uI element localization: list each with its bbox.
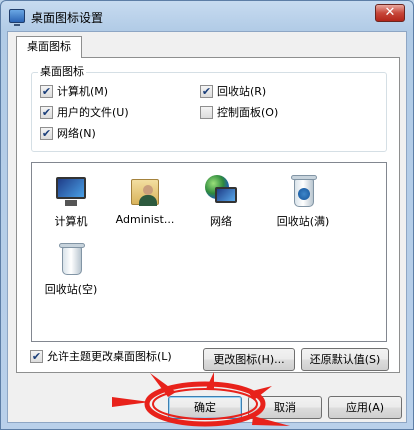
tab-desktop-icons[interactable]: 桌面图标 — [16, 36, 82, 58]
computer-icon — [53, 173, 89, 209]
apply-button[interactable]: 应用(A) — [328, 396, 402, 419]
checkbox-checked-icon[interactable]: ✔ — [200, 84, 213, 98]
desktop-icons-group: 桌面图标 ✔ 计算机(M) ✔ 回收站(R) ✔ 用户的文件(U) 控制面板(O… — [31, 65, 387, 152]
icon-label: 网络 — [210, 215, 232, 228]
icon-label: 回收站(空) — [44, 283, 98, 296]
dialog-client-area: 桌面图标 桌面图标 ✔ 计算机(M) ✔ 回收站(R) ✔ 用户的文件(U) 控… — [7, 31, 407, 423]
list-item-user-files[interactable]: Administ... — [110, 173, 180, 226]
checkbox-unchecked-icon[interactable] — [200, 105, 213, 119]
checkbox-label: 控制面板(O) — [217, 106, 279, 119]
checkbox-user-files[interactable]: ✔ 用户的文件(U) — [40, 104, 129, 120]
checkbox-checked-icon[interactable]: ✔ — [30, 349, 43, 363]
allow-themes-checkbox[interactable]: ✔ 允许主题更改桌面图标(L) — [30, 348, 172, 364]
close-icon: ✕ — [384, 5, 396, 20]
list-item-recycle-bin-empty[interactable]: 回收站(空) — [36, 241, 106, 297]
dialog-window: 桌面图标设置 ✕ 桌面图标 桌面图标 ✔ 计算机(M) ✔ 回收站(R) ✔ 用… — [0, 0, 414, 430]
checkbox-control-panel[interactable]: 控制面板(O) — [200, 104, 278, 120]
checkbox-label: 用户的文件(U) — [57, 106, 129, 119]
list-item-recycle-bin-full[interactable]: 回收站(满) — [268, 173, 338, 229]
allow-themes-label: 允许主题更改桌面图标(L) — [47, 350, 172, 363]
cancel-button[interactable]: 取消 — [248, 396, 322, 419]
recycle-bin-full-icon — [285, 173, 321, 209]
title-bar[interactable]: 桌面图标设置 ✕ — [1, 1, 413, 31]
checkbox-checked-icon[interactable]: ✔ — [40, 84, 53, 98]
checkbox-recycle-bin[interactable]: ✔ 回收站(R) — [200, 83, 266, 99]
checkbox-checked-icon[interactable]: ✔ — [40, 126, 53, 140]
user-folder-icon — [127, 173, 163, 209]
restore-default-button[interactable]: 还原默认值(S) — [301, 348, 389, 371]
change-icon-button[interactable]: 更改图标(H)... — [203, 348, 295, 371]
ok-button[interactable]: 确定 — [168, 396, 242, 419]
window-title: 桌面图标设置 — [31, 11, 104, 25]
icon-label: Administ... — [115, 213, 175, 226]
close-button[interactable]: ✕ — [375, 4, 405, 22]
network-icon — [203, 173, 239, 209]
icon-list-view[interactable]: 计算机 Administ... 网络 回收站(满) 回收站(空) — [31, 162, 387, 342]
icon-label: 回收站(满) — [276, 215, 330, 228]
list-item-computer[interactable]: 计算机 — [36, 173, 106, 229]
checkbox-label: 计算机(M) — [57, 85, 109, 98]
checkbox-checked-icon[interactable]: ✔ — [40, 105, 53, 119]
recycle-bin-empty-icon — [53, 241, 89, 277]
tab-panel: 桌面图标 ✔ 计算机(M) ✔ 回收站(R) ✔ 用户的文件(U) 控制面板(O… — [16, 57, 400, 373]
monitor-icon — [9, 9, 25, 26]
checkbox-computer[interactable]: ✔ 计算机(M) — [40, 83, 108, 99]
checkbox-label: 网络(N) — [57, 127, 96, 140]
list-item-network[interactable]: 网络 — [186, 173, 256, 229]
checkbox-network[interactable]: ✔ 网络(N) — [40, 125, 96, 141]
icon-label: 计算机 — [54, 215, 88, 228]
group-title: 桌面图标 — [38, 65, 86, 79]
checkbox-label: 回收站(R) — [217, 85, 267, 98]
